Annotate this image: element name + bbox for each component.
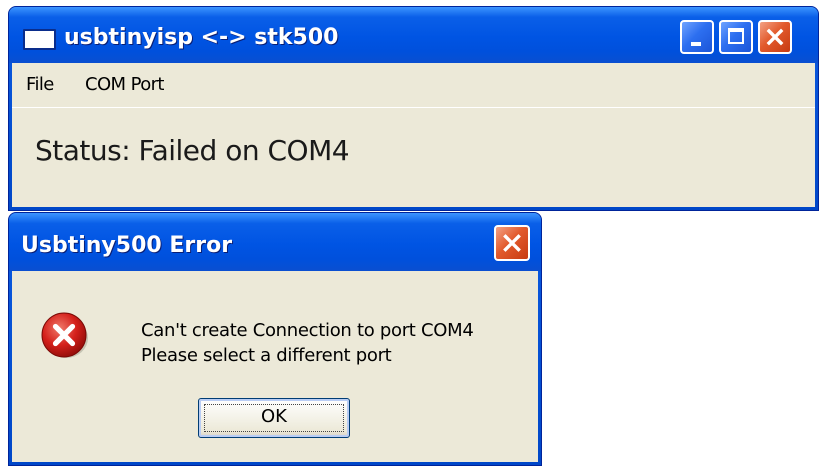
menu-item-file[interactable]: File [26,74,54,96]
menu-item-com-port[interactable]: COM Port [85,74,164,96]
minimize-button[interactable] [680,20,714,54]
dialog-client-area: Can't create Connection to port COM4 Ple… [12,271,538,462]
minimize-icon [691,42,701,46]
main-title-bar[interactable]: usbtinyisp <-> stk500 [9,7,818,63]
ok-button[interactable]: OK [198,398,350,438]
maximize-button[interactable] [719,20,753,54]
window-icon [23,29,56,50]
main-window: usbtinyisp <-> stk500 File COM Port Stat… [8,6,819,211]
error-icon [41,312,88,358]
status-text: Status: Failed on COM4 [35,134,350,167]
dialog-title-bar[interactable]: Usbtiny500 Error [9,213,541,271]
error-message-line: Can't create Connection to port COM4 [141,320,474,341]
close-button[interactable] [758,20,792,54]
main-window-title: usbtinyisp <-> stk500 [64,25,339,50]
close-icon [503,234,521,252]
menu-bar: File COM Port [12,63,815,108]
main-client-area: File COM Port Status: Failed on COM4 [12,63,815,207]
dialog-close-button[interactable] [494,225,530,261]
error-dialog: Usbtiny500 Error Can't create Connection… [8,212,542,466]
close-icon [766,28,784,46]
error-message-line: Please select a different port [141,345,392,366]
ok-button-label: OK [261,406,287,427]
dialog-title: Usbtiny500 Error [21,233,233,258]
maximize-icon [728,28,744,44]
